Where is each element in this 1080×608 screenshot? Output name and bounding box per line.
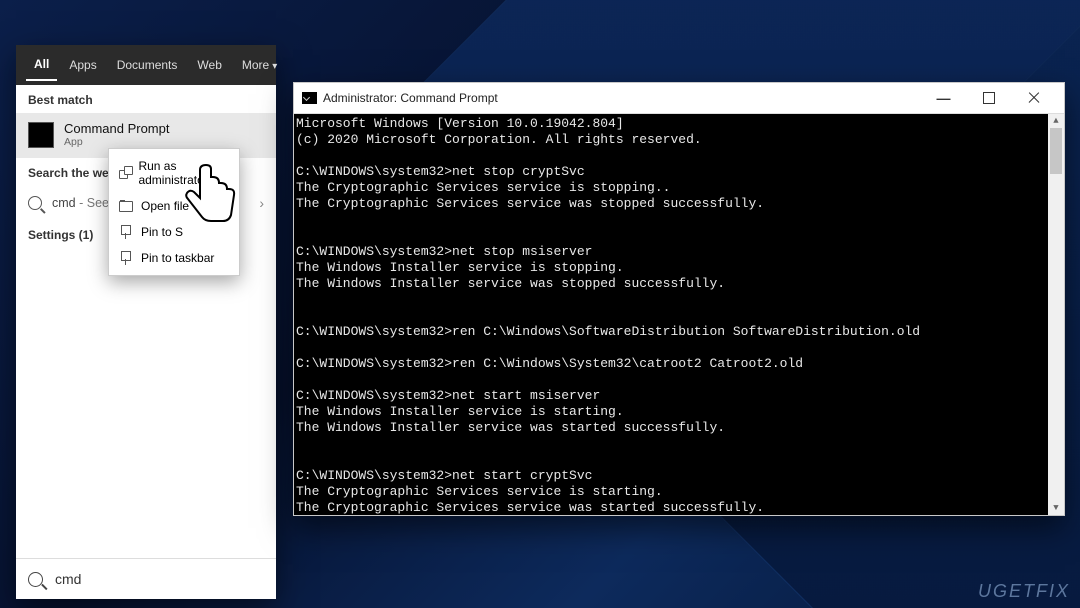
menu-label: Run as administrator [138,159,229,187]
best-match-title: Command Prompt [64,121,169,136]
pin-icon [119,251,133,265]
tab-documents[interactable]: Documents [109,50,186,80]
watermark-text: UGETFIX [978,581,1070,602]
search-tabs: All Apps Documents Web More [16,45,276,85]
best-match-subtitle: App [64,136,169,148]
context-menu: Run as administrator Open file Pin to S … [108,148,240,276]
web-result-query: cmd [52,196,76,210]
chevron-right-icon: › [259,195,264,211]
menu-pin-to-start[interactable]: Pin to S [109,219,239,245]
tab-web[interactable]: Web [189,50,229,80]
window-title: Administrator: Command Prompt [323,91,498,105]
close-icon [1027,91,1041,105]
best-match-header: Best match [16,85,276,113]
cmd-icon [302,92,317,104]
command-prompt-icon [28,122,54,148]
minimize-icon: — [937,90,951,106]
search-icon [28,196,42,210]
tab-all[interactable]: All [26,49,57,81]
minimize-button[interactable]: — [921,83,966,113]
maximize-button[interactable] [966,83,1011,113]
menu-pin-to-taskbar[interactable]: Pin to taskbar [109,245,239,271]
window-controls: — [921,83,1056,113]
search-icon [28,572,43,587]
menu-label: Open file [141,199,189,213]
menu-open-file-location[interactable]: Open file [109,193,239,219]
scroll-down-icon[interactable]: ▼ [1048,501,1064,515]
scroll-up-icon[interactable]: ▲ [1048,114,1064,128]
close-button[interactable] [1011,83,1056,113]
menu-label: Pin to taskbar [141,251,214,265]
terminal-text: Microsoft Windows [Version 10.0.19042.80… [296,116,920,515]
search-input-box[interactable] [16,558,276,599]
menu-label: Pin to S [141,225,183,239]
menu-run-as-administrator[interactable]: Run as administrator [109,153,239,193]
admin-shield-icon [119,166,130,180]
window-titlebar[interactable]: Administrator: Command Prompt — [294,83,1064,114]
scroll-thumb[interactable] [1050,128,1062,174]
pin-icon [119,225,133,239]
start-search-panel: All Apps Documents Web More Best match C… [16,45,276,599]
search-input[interactable] [53,570,264,588]
terminal-output[interactable]: Microsoft Windows [Version 10.0.19042.80… [294,114,1064,515]
maximize-icon [983,92,995,104]
command-prompt-window: Administrator: Command Prompt — Microsof… [293,82,1065,516]
tab-apps[interactable]: Apps [61,50,104,80]
scrollbar[interactable]: ▲ ▼ [1048,114,1064,515]
tab-more[interactable]: More [234,50,285,80]
folder-icon [119,199,133,213]
